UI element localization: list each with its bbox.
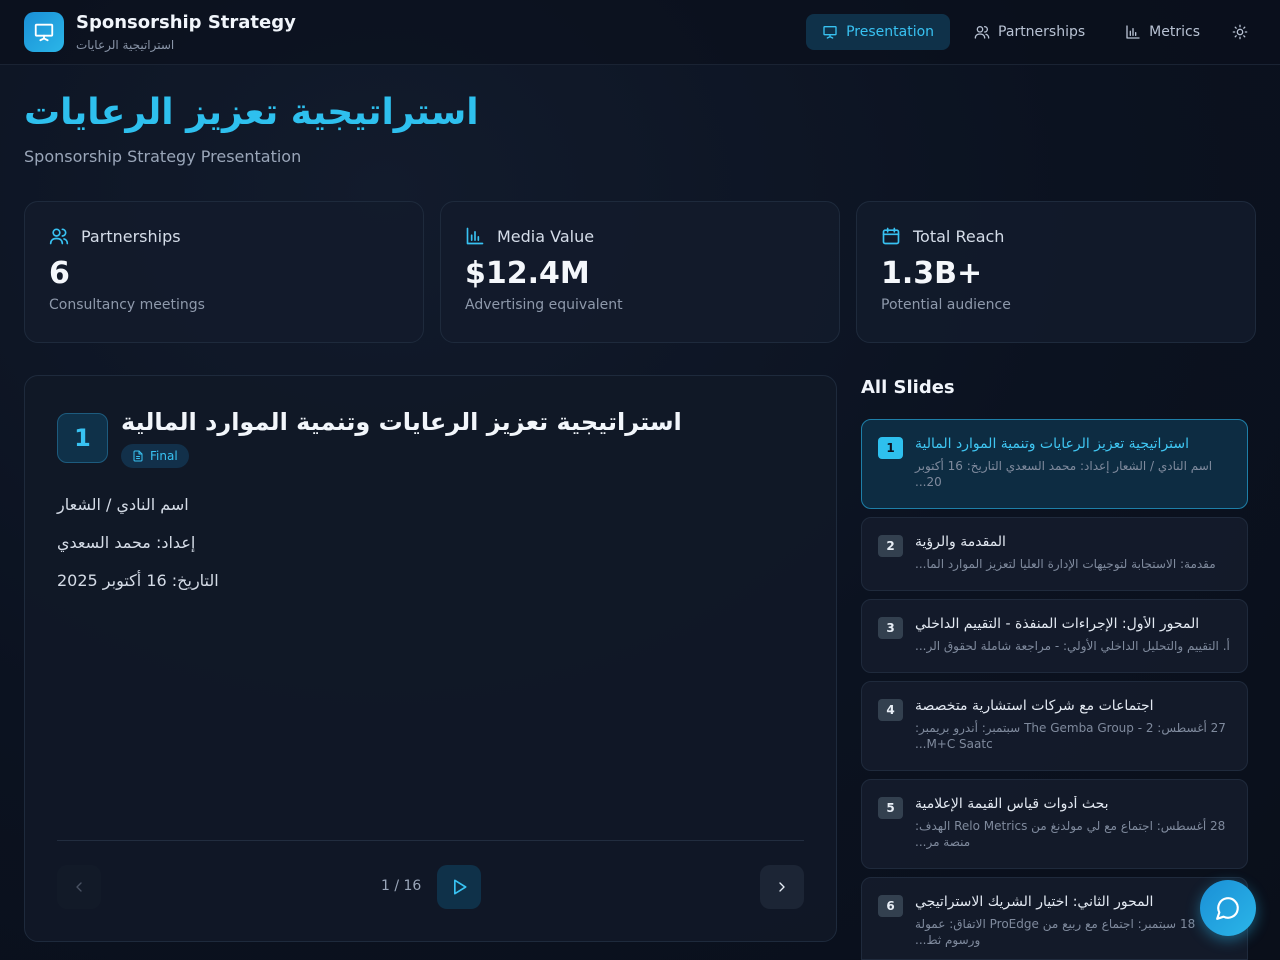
- slide-list-number: 1: [878, 437, 903, 459]
- slide-viewer: 1 استراتيجية تعزيز الرعايات وتنمية الموا…: [24, 375, 837, 942]
- slide-list-item[interactable]: 2 المقدمة والرؤية مقدمة: الاستجابة لتوجي…: [861, 517, 1248, 591]
- users-icon: [49, 228, 69, 245]
- nav-metrics-label: Metrics: [1149, 24, 1200, 40]
- slide-list-title: المحور الثاني: اختيار الشريك الاستراتيجي: [915, 894, 1154, 910]
- slide-list-item[interactable]: 1 استراتيجية تعزيز الرعايات وتنمية الموا…: [861, 419, 1248, 509]
- chat-button[interactable]: [1200, 880, 1256, 936]
- slide-list-title: المحور الأول: الإجراءات المنفذة - التقيي…: [915, 616, 1200, 632]
- nav-presentation[interactable]: Presentation: [806, 14, 951, 50]
- main-nav: Presentation Partnerships Metrics: [806, 14, 1256, 50]
- bar-chart-icon: [466, 227, 484, 245]
- slide-line: اسم النادي / الشعار: [57, 495, 189, 514]
- slide-title: استراتيجية تعزيز الرعايات وتنمية الموارد…: [121, 408, 682, 436]
- slide-list-description: مقدمة: الاستجابة لتوجيهات الإدارة العليا…: [915, 557, 1216, 571]
- calendar-icon: [882, 227, 900, 245]
- document-icon: [133, 450, 143, 462]
- stat-value: 1.3B+: [881, 256, 983, 291]
- chat-bubble-icon: [1216, 897, 1239, 920]
- nav-presentation-label: Presentation: [846, 24, 935, 40]
- nav-partnerships-label: Partnerships: [998, 24, 1086, 40]
- previous-slide-button[interactable]: [57, 865, 101, 909]
- slide-list-description: 27 أغسطس: The Gemba Group - 2 سبتمبر: أن…: [915, 721, 1226, 751]
- presentation-logo-icon: [24, 12, 64, 52]
- page-title: استراتيجية تعزيز الرعايات: [24, 92, 479, 133]
- slide-list-number: 3: [878, 617, 903, 639]
- slide-line: إعداد: محمد السعدي: [57, 533, 196, 552]
- play-icon: [454, 879, 467, 895]
- slide-list-item[interactable]: 4 اجتماعات مع شركات استشارية متخصصة 27 أ…: [861, 681, 1248, 771]
- stat-card-total-reach: Total Reach 1.3B+ Potential audience: [856, 201, 1256, 343]
- play-button[interactable]: [437, 865, 481, 909]
- slide-list-item[interactable]: 3 المحور الأول: الإجراءات المنفذة - التق…: [861, 599, 1248, 673]
- slide-list-description: 18 سبتمبر: اجتماع مع ربيع من ProEdge الا…: [915, 917, 1196, 947]
- slide-counter: 1 / 16: [381, 878, 422, 894]
- divider: [57, 840, 804, 841]
- app-subtitle: استراتيجية الرعايات: [76, 38, 175, 52]
- stat-label: Media Value: [497, 226, 595, 246]
- stat-value: $12.4M: [465, 256, 590, 291]
- theme-toggle-button[interactable]: [1224, 14, 1256, 50]
- nav-partnerships[interactable]: Partnerships: [958, 14, 1101, 50]
- slide-number-badge: 1: [57, 413, 108, 463]
- stat-description: Advertising equivalent: [465, 297, 623, 313]
- status-badge: Final: [121, 444, 189, 468]
- slide-list-title: اجتماعات مع شركات استشارية متخصصة: [915, 698, 1154, 714]
- slide-list-description: أ. التقييم والتحليل الداخلي الأولي: - مر…: [915, 639, 1230, 653]
- page-subtitle: Sponsorship Strategy Presentation: [24, 147, 302, 166]
- slide-list-description: اسم النادي / الشعار إعداد: محمد السعدي ا…: [915, 459, 1213, 489]
- slide-list-number: 5: [878, 797, 903, 819]
- next-slide-button[interactable]: [760, 865, 804, 909]
- users-icon: [974, 26, 990, 39]
- stat-card-media-value: Media Value $12.4M Advertising equivalen…: [440, 201, 840, 343]
- slide-list-item[interactable]: 5 بحث أدوات قياس القيمة الإعلامية 28 أغس…: [861, 779, 1248, 869]
- stat-label: Partnerships: [81, 226, 181, 246]
- slide-line: التاريخ: 16 أكتوبر 2025: [57, 571, 219, 590]
- slide-list-title: المقدمة والرؤية: [915, 534, 1006, 550]
- sun-icon: [1232, 24, 1248, 40]
- slide-list-number: 4: [878, 699, 903, 721]
- chevron-right-icon: [779, 882, 785, 892]
- slide-list-number: 2: [878, 535, 903, 557]
- status-badge-label: Final: [150, 449, 178, 463]
- slide-list-item[interactable]: 6 المحور الثاني: اختيار الشريك الاستراتي…: [861, 877, 1248, 960]
- bar-chart-icon: [1126, 25, 1140, 39]
- stat-label: Total Reach: [913, 226, 1005, 246]
- stat-description: Consultancy meetings: [49, 297, 205, 313]
- stat-description: Potential audience: [881, 297, 1011, 313]
- all-slides-heading: All Slides: [861, 377, 955, 398]
- chevron-left-icon: [76, 882, 82, 892]
- app-title: Sponsorship Strategy: [76, 12, 296, 33]
- stat-card-partnerships: Partnerships 6 Consultancy meetings: [24, 201, 424, 343]
- nav-metrics[interactable]: Metrics: [1109, 14, 1216, 50]
- slide-list-title: بحث أدوات قياس القيمة الإعلامية: [915, 796, 1109, 812]
- stat-value: 6: [49, 256, 70, 291]
- top-bar: Sponsorship Strategy استراتيجية الرعايات…: [0, 0, 1280, 65]
- slide-list-description: 28 أغسطس: اجتماع مع لي مولدنغ من Relo Me…: [915, 819, 1226, 849]
- slide-list-number: 6: [878, 895, 903, 917]
- presentation-icon: [823, 26, 837, 39]
- slide-list-title: استراتيجية تعزيز الرعايات وتنمية الموارد…: [915, 436, 1190, 452]
